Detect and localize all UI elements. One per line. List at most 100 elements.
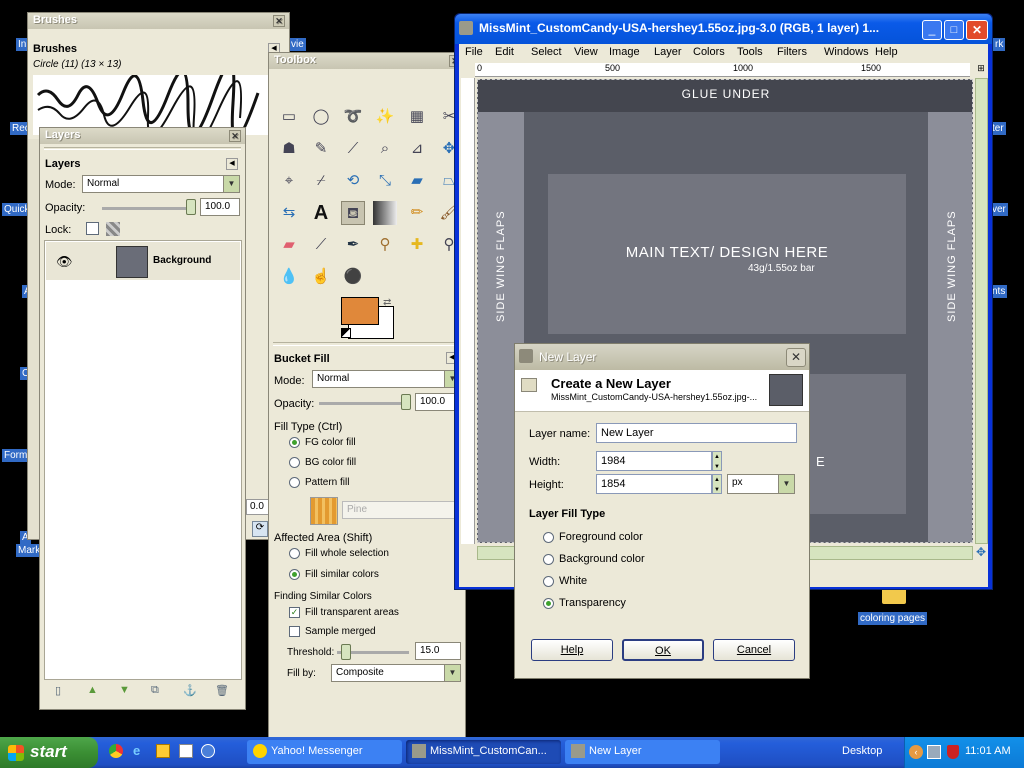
eraser-icon[interactable]: ▰: [277, 233, 301, 257]
menu-view[interactable]: View: [574, 46, 598, 58]
horizontal-ruler[interactable]: 0 500 1000 1500: [475, 63, 970, 77]
radio[interactable]: [289, 477, 300, 488]
menu-tools[interactable]: Tools: [737, 46, 763, 58]
flip-icon[interactable]: ⇆: [277, 201, 301, 225]
taskbar-item-yahoo[interactable]: Yahoo! Messenger: [247, 740, 402, 764]
vertical-ruler[interactable]: [461, 78, 475, 544]
rect-select-icon[interactable]: ▭: [277, 105, 301, 129]
transparency-option[interactable]: Transparency: [543, 597, 626, 609]
desktop-icon-label[interactable]: rk: [993, 38, 1006, 51]
radio[interactable]: [289, 457, 300, 468]
checkbox[interactable]: [289, 626, 300, 637]
checkbox-checked[interactable]: ✓: [289, 607, 300, 618]
image-titlebar[interactable]: MissMint_CustomCandy-USA-hershey1.55oz.j…: [455, 14, 992, 44]
white-option[interactable]: White: [543, 575, 587, 587]
opacity-spinner[interactable]: 100.0: [200, 198, 240, 216]
radio[interactable]: [543, 553, 554, 565]
menu-windows[interactable]: Windows: [824, 46, 869, 58]
clone-icon[interactable]: ⚲: [373, 233, 397, 257]
blur-icon[interactable]: 💧: [277, 265, 301, 289]
opacity-spinner[interactable]: 100.0: [415, 393, 455, 411]
radio-selected[interactable]: [289, 569, 300, 580]
toolbox-titlebar[interactable]: Toolbox✕: [269, 53, 465, 69]
foreground-select-icon[interactable]: ☗: [277, 137, 301, 161]
align-icon[interactable]: ⌖: [277, 169, 301, 193]
unit-select[interactable]: px ▼: [727, 474, 795, 494]
desktop-icon-label[interactable]: coloring pages: [858, 612, 928, 625]
crop-icon[interactable]: ⌿: [309, 169, 333, 193]
pencil-icon[interactable]: ✏: [405, 201, 429, 225]
raise-layer-icon[interactable]: ▲: [87, 684, 98, 696]
bg-fill-option[interactable]: BG color fill: [289, 457, 356, 468]
lock-alpha-icon[interactable]: [106, 222, 120, 236]
refresh-icon[interactable]: ⟳: [252, 521, 268, 537]
navigate-icon[interactable]: ⊞: [975, 63, 987, 77]
zoom-icon[interactable]: ⌕: [373, 137, 397, 161]
new-layer-icon[interactable]: ▯: [55, 684, 61, 697]
close-icon[interactable]: ✕: [786, 348, 806, 367]
menu-select[interactable]: Select: [531, 46, 562, 58]
fill-similar-option[interactable]: Fill similar colors: [289, 569, 379, 580]
brush-grid[interactable]: [33, 62, 268, 145]
mode-select[interactable]: Normal ▼: [312, 370, 461, 388]
taskbar-item-new-layer[interactable]: New Layer: [565, 740, 720, 764]
fg-fill-option[interactable]: FG color fill: [289, 437, 356, 448]
duplicate-layer-icon[interactable]: ⧉: [151, 684, 159, 697]
default-colors-icon[interactable]: [341, 328, 351, 338]
ok-button[interactable]: OK: [622, 639, 704, 661]
height-field[interactable]: 1854: [596, 474, 712, 494]
anchor-layer-icon[interactable]: ⚓: [183, 684, 197, 697]
menu-image[interactable]: Image: [609, 46, 640, 58]
measure-icon[interactable]: ⊿: [405, 137, 429, 161]
help-button[interactable]: Help: [531, 639, 613, 661]
ie-icon[interactable]: e: [133, 744, 147, 758]
menu-file[interactable]: File: [465, 46, 483, 58]
color-picker-icon[interactable]: ⟋: [341, 137, 365, 161]
close-icon[interactable]: ✕: [966, 20, 988, 40]
opacity-slider[interactable]: [319, 402, 411, 405]
minimize-icon[interactable]: _: [922, 20, 942, 40]
fuzzy-select-icon[interactable]: ✨: [373, 105, 397, 129]
shield-icon[interactable]: [947, 745, 959, 759]
shear-icon[interactable]: ▰: [405, 169, 429, 193]
swap-colors-icon[interactable]: ⇄: [383, 297, 391, 308]
eye-icon[interactable]: 👁: [56, 254, 73, 270]
menu-filters[interactable]: Filters: [777, 46, 807, 58]
fill-transparent-checkbox[interactable]: ✓ Fill transparent areas: [289, 607, 399, 618]
opacity-slider[interactable]: [102, 207, 196, 210]
height-spin-icon[interactable]: ▲ ▼: [712, 474, 722, 494]
fill-by-select[interactable]: Composite ▼: [331, 664, 461, 682]
fill-whole-option[interactable]: Fill whole selection: [289, 548, 389, 559]
lower-layer-icon[interactable]: ▼: [119, 684, 130, 696]
threshold-slider-thumb[interactable]: [340, 644, 351, 660]
opacity-slider-thumb[interactable]: [401, 394, 411, 410]
menu-edit[interactable]: Edit: [495, 46, 514, 58]
desktop-toolbar-label[interactable]: Desktop: [842, 745, 882, 757]
vertical-scrollbar[interactable]: [975, 78, 988, 544]
opacity-slider-thumb[interactable]: [186, 199, 196, 215]
dialog-titlebar[interactable]: New Layer: [515, 344, 809, 370]
radio-selected[interactable]: [289, 437, 300, 448]
radio[interactable]: [543, 531, 554, 543]
sample-merged-checkbox[interactable]: Sample merged: [289, 626, 376, 637]
rotate-icon[interactable]: ⟲: [341, 169, 365, 193]
width-spin-icon[interactable]: ▲ ▼: [712, 451, 722, 471]
move-icon[interactable]: ✥: [976, 546, 988, 560]
menu-arrow-icon[interactable]: ◀: [226, 158, 238, 170]
layers-list[interactable]: 👁 Background: [44, 240, 242, 680]
brushes-titlebar[interactable]: Brushes ✕: [28, 13, 289, 29]
menu-help[interactable]: Help: [875, 46, 898, 58]
ellipse-select-icon[interactable]: ◯: [309, 105, 333, 129]
pattern-fill-option[interactable]: Pattern fill: [289, 477, 349, 488]
airbrush-icon[interactable]: ⟋: [309, 233, 333, 257]
quicklaunch-icon[interactable]: [156, 744, 170, 758]
heal-icon[interactable]: ✚: [405, 233, 429, 257]
menu-colors[interactable]: Colors: [693, 46, 725, 58]
chevron-left-icon[interactable]: ‹: [909, 745, 923, 759]
close-icon[interactable]: ✕: [229, 130, 241, 142]
menu-layer[interactable]: Layer: [654, 46, 682, 58]
color-select-icon[interactable]: ▦: [405, 105, 429, 129]
pattern-name-field[interactable]: Pine: [342, 501, 463, 519]
cancel-button[interactable]: Cancel: [713, 639, 795, 661]
lasso-icon[interactable]: ➰: [341, 105, 365, 129]
